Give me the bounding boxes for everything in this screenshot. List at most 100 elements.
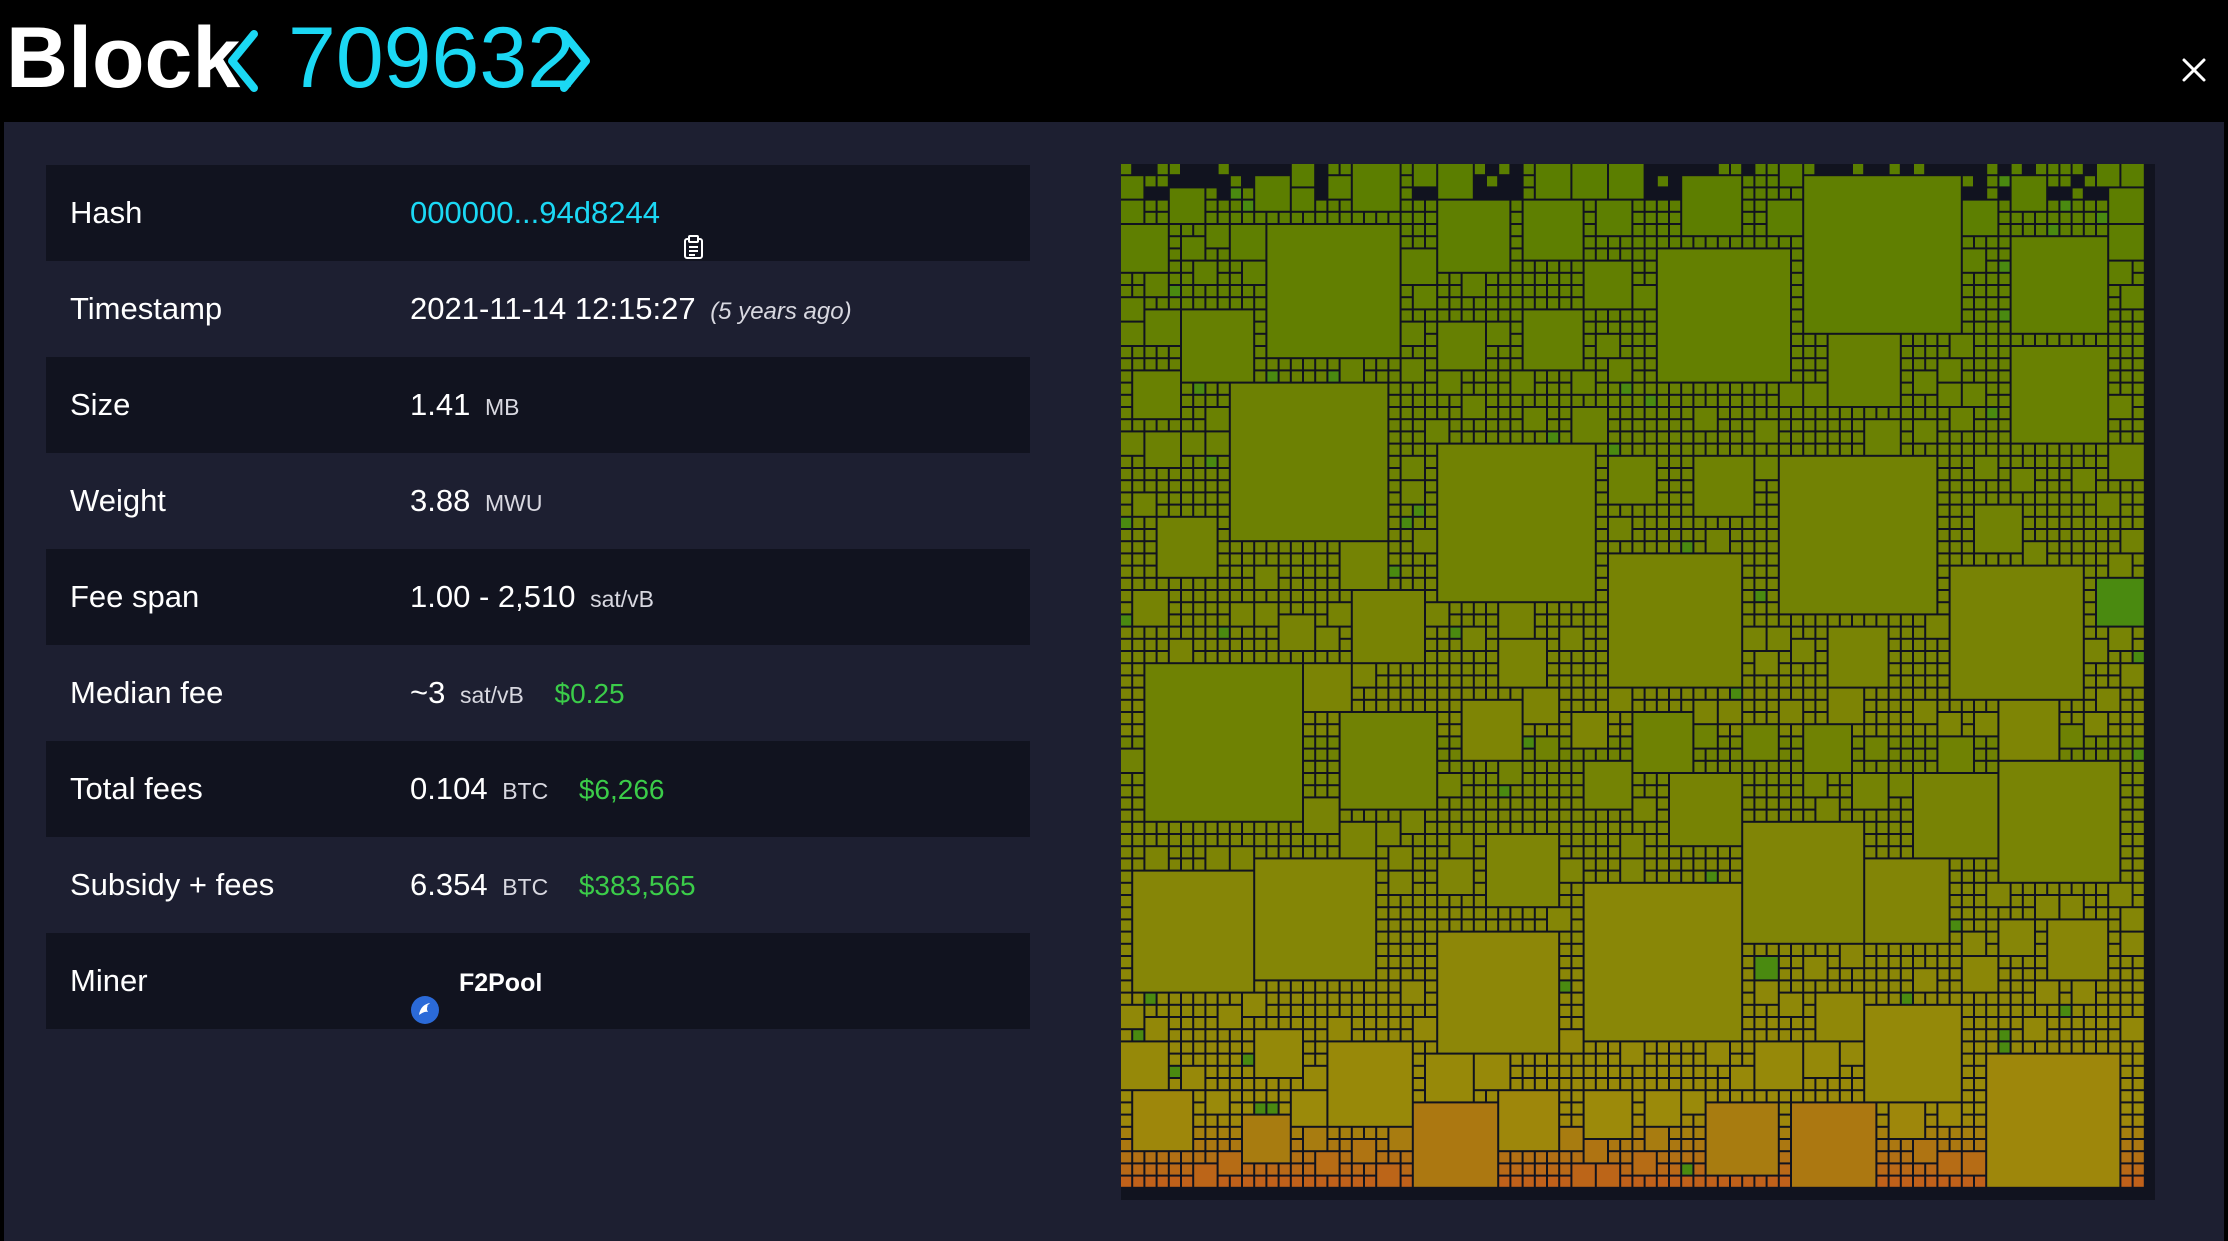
transaction-block[interactable] [1950, 1127, 1961, 1138]
transaction-block[interactable] [1548, 786, 1559, 797]
transaction-block[interactable] [1218, 615, 1229, 626]
transaction-block[interactable] [2072, 1030, 2083, 1041]
transaction-block[interactable] [1304, 1054, 1315, 1065]
transaction-block[interactable] [1401, 298, 1412, 309]
transaction-block[interactable] [1206, 1079, 1217, 1090]
transaction-block[interactable] [1121, 835, 1132, 846]
transaction-block[interactable] [1474, 896, 1485, 907]
transaction-block[interactable] [1718, 383, 1729, 394]
transaction-block[interactable] [1816, 444, 1827, 455]
transaction-block[interactable] [1645, 700, 1656, 711]
transaction-block[interactable] [1218, 993, 1229, 1004]
transaction-block[interactable] [1816, 652, 1827, 663]
transaction-block[interactable] [1377, 359, 1388, 370]
transaction-block[interactable] [2072, 542, 2083, 553]
transaction-block[interactable] [1743, 1018, 1754, 1029]
transaction-block[interactable] [1767, 164, 1778, 175]
transaction-block[interactable] [1255, 981, 1266, 992]
transaction-block[interactable] [2121, 1091, 2132, 1102]
transaction-block[interactable] [1840, 615, 1851, 626]
transaction-block[interactable] [1755, 578, 1766, 589]
transaction-block[interactable] [1645, 1176, 1656, 1187]
transaction-block[interactable] [1243, 639, 1254, 650]
transaction-block[interactable] [1182, 591, 1193, 602]
transaction-block[interactable] [1523, 310, 1583, 370]
transaction-block[interactable] [1621, 347, 1632, 358]
transaction-block[interactable] [2011, 896, 2022, 907]
transaction-block[interactable] [2084, 1030, 2095, 1041]
transaction-block[interactable] [1682, 1042, 1693, 1053]
transaction-block[interactable] [1865, 408, 1876, 419]
transaction-block[interactable] [1792, 444, 1803, 455]
transaction-block[interactable] [1218, 603, 1229, 614]
transaction-block[interactable] [1413, 432, 1424, 443]
transaction-block[interactable] [1962, 456, 1973, 467]
transaction-block[interactable] [1413, 1066, 1424, 1077]
transaction-block[interactable] [1206, 993, 1217, 1004]
transaction-block[interactable] [1816, 408, 1827, 419]
transaction-block[interactable] [1596, 322, 1607, 333]
transaction-block[interactable] [1462, 420, 1473, 431]
transaction-block[interactable] [1511, 212, 1522, 223]
transaction-block[interactable] [1779, 420, 1790, 431]
transaction-block[interactable] [1645, 432, 1656, 443]
transaction-block[interactable] [1670, 408, 1681, 419]
transaction-block[interactable] [1596, 749, 1607, 760]
transaction-block[interactable] [1316, 359, 1327, 370]
transaction-block[interactable] [1218, 652, 1229, 663]
transaction-block[interactable] [1609, 310, 1620, 321]
transaction-block[interactable] [2097, 481, 2108, 492]
transaction-block[interactable] [1975, 505, 2022, 553]
transaction-block[interactable] [1377, 957, 1388, 968]
transaction-block[interactable] [2133, 566, 2144, 577]
transaction-block[interactable] [1316, 578, 1327, 589]
transaction-block[interactable] [1523, 1079, 1534, 1090]
transaction-block[interactable] [1914, 627, 1925, 638]
transaction-block[interactable] [1450, 664, 1461, 675]
transaction-block[interactable] [1755, 652, 1778, 675]
transaction-block[interactable] [2097, 578, 2144, 626]
transaction-block[interactable] [2097, 749, 2108, 760]
transaction-block[interactable] [1218, 1005, 1241, 1029]
transaction-block[interactable] [1121, 700, 1132, 711]
transaction-block[interactable] [2133, 1176, 2144, 1187]
transaction-block[interactable] [1755, 176, 1766, 187]
transaction-block[interactable] [1901, 1164, 1912, 1175]
transaction-block[interactable] [1755, 774, 1766, 785]
transaction-block[interactable] [2109, 359, 2120, 370]
transaction-block[interactable] [1365, 810, 1376, 821]
transaction-block[interactable] [1694, 530, 1705, 541]
transaction-block[interactable] [1792, 322, 1803, 333]
transaction-block[interactable] [1987, 1054, 2120, 1187]
transaction-block[interactable] [1426, 993, 1437, 1004]
transaction-block[interactable] [1645, 200, 1656, 211]
transaction-block[interactable] [1645, 1079, 1656, 1090]
transaction-block[interactable] [1596, 591, 1607, 602]
transaction-block[interactable] [1499, 298, 1510, 309]
transaction-block[interactable] [1816, 664, 1827, 675]
transaction-block[interactable] [1121, 713, 1132, 724]
transaction-block[interactable] [1840, 786, 1851, 797]
transaction-block[interactable] [1633, 432, 1644, 443]
transaction-block[interactable] [1157, 164, 1168, 175]
transaction-block[interactable] [1901, 749, 1912, 760]
transaction-block[interactable] [1889, 713, 1900, 724]
transaction-block[interactable] [1511, 822, 1522, 833]
transaction-block[interactable] [1889, 1164, 1900, 1175]
transaction-block[interactable] [1413, 395, 1424, 406]
transaction-block[interactable] [1426, 237, 1437, 248]
transaction-block[interactable] [1657, 1066, 1668, 1077]
transaction-block[interactable] [1901, 615, 1912, 626]
transaction-block[interactable] [1767, 1018, 1778, 1029]
transaction-block[interactable] [1975, 444, 1986, 455]
transaction-block[interactable] [1779, 749, 1790, 760]
transaction-block[interactable] [2121, 957, 2132, 968]
transaction-block[interactable] [1328, 761, 1339, 772]
transaction-block[interactable] [1584, 652, 1595, 663]
transaction-block[interactable] [1450, 835, 1473, 858]
transaction-block[interactable] [1877, 1164, 1888, 1175]
transaction-block[interactable] [1731, 432, 1742, 443]
transaction-block[interactable] [1584, 700, 1595, 711]
transaction-block[interactable] [1999, 371, 2010, 382]
transaction-block[interactable] [1865, 810, 1876, 821]
